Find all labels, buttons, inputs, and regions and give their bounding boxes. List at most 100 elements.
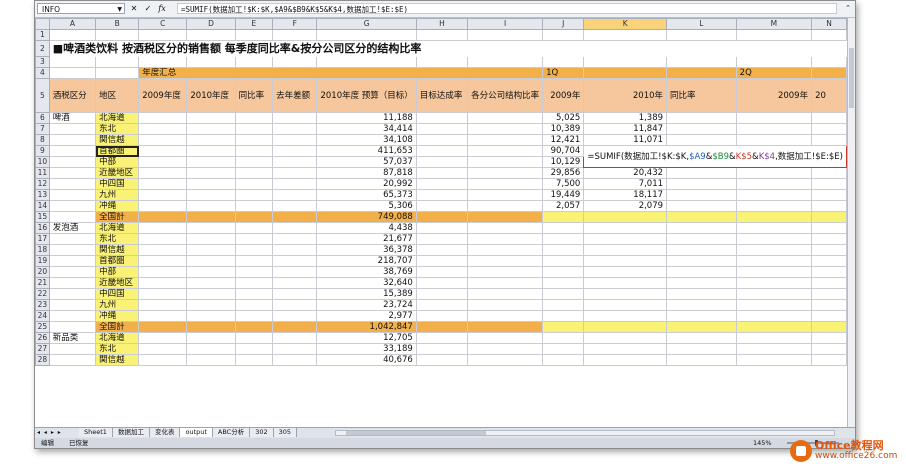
q1-2010-cell[interactable]: 18,117: [583, 189, 668, 201]
cell[interactable]: [186, 134, 236, 146]
cell[interactable]: [186, 200, 236, 212]
q1-2010-cell[interactable]: 20,432: [583, 167, 668, 179]
region-cell[interactable]: 中部: [95, 156, 140, 168]
cell[interactable]: [272, 332, 318, 344]
header-achievement[interactable]: 目标达成率: [415, 78, 469, 113]
cell[interactable]: [234, 299, 274, 311]
cell[interactable]: [234, 244, 274, 256]
header-y2010[interactable]: 2010年度: [186, 78, 236, 113]
cell[interactable]: [415, 354, 469, 366]
cell[interactable]: [811, 112, 847, 124]
row-header[interactable]: 7: [35, 123, 50, 135]
cell[interactable]: [234, 134, 274, 146]
cell[interactable]: [138, 354, 188, 366]
header-last-year-diff[interactable]: 去年差额: [272, 78, 318, 113]
cell[interactable]: [48, 134, 97, 146]
region-cell[interactable]: 首都圏: [95, 255, 140, 267]
horizontal-scrollbar[interactable]: [335, 430, 835, 436]
cell[interactable]: [186, 277, 236, 289]
row-header[interactable]: 8: [35, 134, 50, 146]
cell[interactable]: [138, 211, 188, 223]
cell[interactable]: [467, 354, 544, 366]
cell[interactable]: [415, 332, 469, 344]
cell[interactable]: [95, 29, 140, 41]
cell[interactable]: [138, 321, 188, 333]
row-header[interactable]: 10: [35, 156, 50, 168]
cell[interactable]: [48, 277, 97, 289]
cell[interactable]: [542, 343, 585, 355]
row-header[interactable]: 27: [35, 343, 50, 355]
cell[interactable]: [811, 211, 847, 223]
region-cell[interactable]: 近畿地区: [95, 167, 140, 179]
cell[interactable]: [234, 255, 274, 267]
cell[interactable]: [138, 244, 188, 256]
budget-cell[interactable]: 65,373: [316, 189, 417, 201]
q1-2010-cell[interactable]: 7,011: [583, 178, 668, 190]
region-cell[interactable]: 関信越: [95, 134, 140, 146]
cell[interactable]: [95, 56, 140, 68]
cell[interactable]: [467, 255, 544, 267]
row-header[interactable]: 22: [35, 288, 50, 300]
cell[interactable]: [186, 255, 236, 267]
cell[interactable]: [666, 233, 737, 245]
zoom-level[interactable]: 145%: [753, 438, 772, 448]
cell[interactable]: [48, 67, 97, 79]
cell[interactable]: [272, 145, 318, 157]
cell[interactable]: [48, 299, 97, 311]
cell[interactable]: [48, 178, 97, 190]
cell[interactable]: [234, 200, 274, 212]
region-cell[interactable]: 北海道: [95, 112, 140, 124]
cell[interactable]: [138, 112, 188, 124]
cell[interactable]: [234, 156, 274, 168]
cell[interactable]: [666, 255, 737, 267]
row-header[interactable]: 19: [35, 255, 50, 267]
cell[interactable]: [415, 123, 469, 135]
cell[interactable]: [542, 211, 585, 223]
cell[interactable]: [316, 29, 417, 41]
header-region[interactable]: 地区: [95, 78, 140, 113]
cell[interactable]: [735, 288, 813, 300]
cell[interactable]: [467, 299, 544, 311]
cell[interactable]: [272, 321, 318, 333]
row-header[interactable]: 24: [35, 310, 50, 322]
cell[interactable]: [48, 29, 97, 41]
row-header[interactable]: 15: [35, 211, 50, 223]
cell[interactable]: [234, 343, 274, 355]
cell[interactable]: [811, 288, 847, 300]
cell[interactable]: [48, 266, 97, 278]
cell[interactable]: [666, 123, 737, 135]
region-cell[interactable]: 近畿地区: [95, 277, 140, 289]
column-header-m[interactable]: M: [735, 18, 813, 30]
cell[interactable]: [272, 343, 318, 355]
cell[interactable]: [467, 56, 544, 68]
cell[interactable]: [542, 288, 585, 300]
cell[interactable]: [234, 56, 274, 68]
cell[interactable]: [583, 354, 668, 366]
column-header-l[interactable]: L: [666, 18, 737, 30]
cell[interactable]: [467, 288, 544, 300]
header-budget[interactable]: 2010年度 预算（目标）: [316, 78, 417, 113]
cell[interactable]: [542, 56, 585, 68]
cell[interactable]: [415, 233, 469, 245]
region-cell[interactable]: 冲绳: [95, 200, 140, 212]
cell[interactable]: [542, 266, 585, 278]
cell[interactable]: [666, 266, 737, 278]
cell[interactable]: [415, 211, 469, 223]
cell[interactable]: [583, 255, 668, 267]
sheet-tab[interactable]: output: [180, 428, 213, 437]
q1-2010-cell[interactable]: 11,847: [583, 123, 668, 135]
row-header[interactable]: 14: [35, 200, 50, 212]
cell[interactable]: [272, 266, 318, 278]
category-label[interactable]: 啤酒: [48, 112, 97, 124]
row-header[interactable]: 4: [35, 67, 50, 79]
region-cell[interactable]: 北海道: [95, 332, 140, 344]
budget-cell[interactable]: 57,037: [316, 156, 417, 168]
cell[interactable]: [583, 343, 668, 355]
cell[interactable]: [583, 56, 668, 68]
cell[interactable]: [467, 200, 544, 212]
cell[interactable]: [138, 56, 188, 68]
region-cell[interactable]: 中四国: [95, 178, 140, 190]
cell[interactable]: [542, 277, 585, 289]
column-header-d[interactable]: D: [186, 18, 236, 30]
q1-2009-cell[interactable]: 5,025: [542, 112, 585, 124]
